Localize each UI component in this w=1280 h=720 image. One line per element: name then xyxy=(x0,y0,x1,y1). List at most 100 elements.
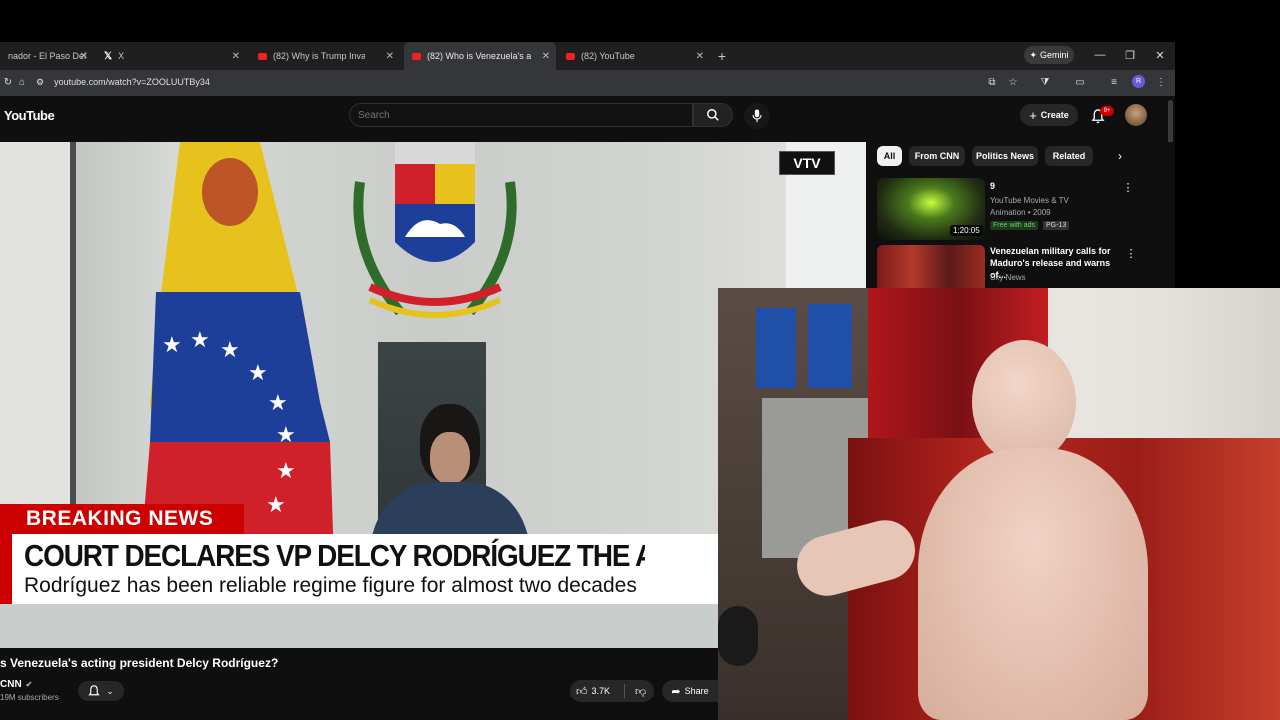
url-text: youtube.com/watch?v=ZOOLUUTBy34 xyxy=(54,77,210,87)
create-label: Create xyxy=(1040,110,1069,120)
video-duration: 1:20:05 xyxy=(950,225,983,236)
thumbs-up-icon: 👍︎ xyxy=(576,685,588,698)
media-controls-icon[interactable]: ≡ xyxy=(1106,74,1122,90)
voice-search-button[interactable] xyxy=(744,103,770,129)
svg-text:★: ★ xyxy=(266,493,286,518)
recommendation-channel: YouTube Movies & TV xyxy=(990,196,1069,205)
account-avatar[interactable] xyxy=(1125,104,1147,126)
window-close-button[interactable]: ✕ xyxy=(1150,44,1170,66)
news-subheadline: Rodríguez has been reliable regime figur… xyxy=(24,574,637,597)
channel-name-text: CNN xyxy=(0,679,22,690)
address-bar[interactable]: ⚙ youtube.com/watch?v=ZOOLUUTBy34 xyxy=(36,73,1036,91)
chevron-right-icon[interactable]: › xyxy=(1112,148,1128,164)
youtube-favicon-icon xyxy=(412,52,421,60)
breaking-news-banner: BREAKING NEWS xyxy=(0,504,244,534)
video-title: s Venezuela's acting president Delcy Rod… xyxy=(0,656,279,670)
split-view-icon[interactable]: ▭ xyxy=(1072,74,1088,90)
svg-text:★: ★ xyxy=(248,361,268,386)
browser-tab-2[interactable]: 𝕏 X ✕ xyxy=(96,42,246,70)
browser-tab-3[interactable]: (82) Why is Trump Invading Ve ✕ xyxy=(250,42,400,70)
venezuela-flag-graphic: ★ ★ ★ ★ ★ ★ ★ ★ xyxy=(140,142,334,562)
vtv-logo: VTV xyxy=(779,151,835,175)
channel-name[interactable]: CNN ✔ xyxy=(0,679,32,690)
site-info-icon[interactable]: ⚙ xyxy=(36,77,44,88)
more-options-icon[interactable]: ⋮ xyxy=(1123,180,1134,194)
notification-count-badge: 9+ xyxy=(1100,106,1114,116)
like-count: 3.7K xyxy=(591,686,611,696)
youtube-favicon-icon xyxy=(258,52,267,60)
bell-icon xyxy=(88,684,100,695)
svg-text:★: ★ xyxy=(276,423,296,448)
tab-title: (82) Why is Trump Invading Ve xyxy=(273,51,365,61)
home-icon[interactable]: ⌂ xyxy=(14,74,30,90)
svg-text:★: ★ xyxy=(190,328,210,353)
dislike-button[interactable]: 👎︎ xyxy=(625,685,646,698)
create-button[interactable]: + Create xyxy=(1020,104,1078,126)
share-label: Share xyxy=(684,686,709,696)
webcam-microphone-graphic xyxy=(718,606,758,666)
recommendation-title[interactable]: 9 xyxy=(990,180,1122,192)
close-icon[interactable]: ✕ xyxy=(80,51,88,62)
svg-text:★: ★ xyxy=(220,338,240,363)
subscriber-count: 19M subscribers xyxy=(0,693,59,702)
top-letterbox xyxy=(0,0,1280,42)
svg-text:★: ★ xyxy=(268,391,288,416)
subscription-bell-button[interactable]: ⌄ xyxy=(78,681,124,701)
recommendation-thumbnail[interactable] xyxy=(877,245,985,288)
close-icon[interactable]: ✕ xyxy=(232,51,240,62)
free-with-ads-badge: Free with ads xyxy=(990,221,1039,230)
coat-of-arms-graphic xyxy=(353,142,517,318)
webcam-overlay xyxy=(718,288,1280,720)
sparkle-icon: ✦ xyxy=(1029,49,1038,60)
chip-from-cnn[interactable]: From CNN xyxy=(909,146,965,166)
webcam-box-graphic xyxy=(756,308,796,388)
svg-text:★: ★ xyxy=(162,333,182,358)
webcam-head-graphic xyxy=(972,340,1076,464)
webcam-body-graphic xyxy=(918,448,1148,720)
plus-icon: + xyxy=(1029,107,1037,123)
search-input[interactable] xyxy=(349,103,693,127)
tab-title: X xyxy=(118,51,125,61)
tab-title: (82) YouTube xyxy=(581,51,635,61)
microphone-icon xyxy=(752,109,762,123)
share-arrow-icon: ➦ xyxy=(671,685,681,698)
install-app-icon[interactable]: ⧉ xyxy=(984,74,1000,90)
new-tab-button[interactable]: + xyxy=(714,42,730,70)
close-icon[interactable]: ✕ xyxy=(542,51,550,62)
like-dislike-group: 👍︎ 3.7K 👎︎ xyxy=(570,680,654,702)
search-button[interactable] xyxy=(693,103,733,127)
chip-politics-news[interactable]: Politics News xyxy=(972,146,1038,166)
share-button[interactable]: ➦ Share xyxy=(662,680,718,702)
tab-title: nador - El Paso Del G xyxy=(8,51,86,61)
youtube-favicon-icon xyxy=(566,52,575,60)
extensions-icon[interactable]: ⧩ xyxy=(1037,74,1053,90)
profile-avatar[interactable]: R xyxy=(1132,75,1145,88)
chrome-menu-icon[interactable]: ⋮ xyxy=(1153,74,1169,90)
youtube-logo[interactable]: YouTube xyxy=(4,108,55,123)
speaker-face-graphic xyxy=(430,432,470,484)
browser-tab-bar: nador - El Paso Del G ✕ 𝕏 X ✕ (82) Why i… xyxy=(0,42,1175,70)
browser-tab-4-active[interactable]: (82) Who is Venezuela's acting ✕ xyxy=(404,42,556,70)
close-icon[interactable]: ✕ xyxy=(696,51,704,62)
chip-all[interactable]: All xyxy=(877,146,902,166)
maximize-button[interactable]: ❐ xyxy=(1120,44,1140,66)
search-icon xyxy=(707,109,719,121)
desk-graphic xyxy=(0,604,718,648)
thumbs-down-icon: 👎︎ xyxy=(635,685,647,698)
close-icon[interactable]: ✕ xyxy=(386,51,394,62)
chip-related[interactable]: Related xyxy=(1045,146,1093,166)
chevron-down-icon: ⌄ xyxy=(106,685,114,696)
bookmark-star-icon[interactable]: ☆ xyxy=(1005,74,1021,90)
minimize-button[interactable]: — xyxy=(1090,44,1110,66)
browser-tab-1[interactable]: nador - El Paso Del G ✕ xyxy=(0,42,94,70)
like-button[interactable]: 👍︎ 3.7K xyxy=(570,685,624,698)
browser-tab-5[interactable]: (82) YouTube ✕ xyxy=(558,42,710,70)
tab-title: (82) Who is Venezuela's acting xyxy=(427,51,531,61)
more-options-icon[interactable]: ⋮ xyxy=(1126,246,1137,260)
verified-check-icon: ✔ xyxy=(25,680,33,689)
rating-badge: PG-13 xyxy=(1043,221,1070,230)
gemini-button[interactable]: ✦ Gemini xyxy=(1024,46,1074,64)
x-logo-icon: 𝕏 xyxy=(104,50,113,62)
recommendation-meta: Animation • 2009 xyxy=(990,208,1051,217)
news-headline: COURT DECLARES VP DELCY RODRÍGUEZ THE AC… xyxy=(24,538,645,573)
